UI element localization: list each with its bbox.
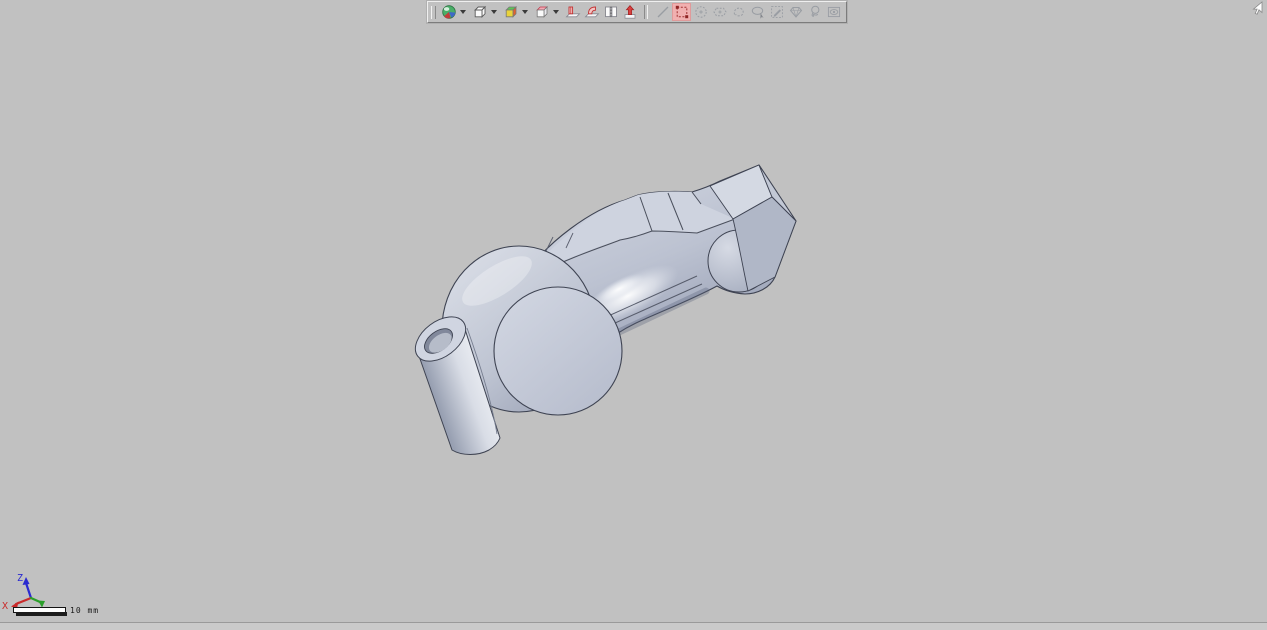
view-orientation-sphere-dropdown-arrow[interactable] — [458, 3, 467, 21]
section-view-right-button[interactable] — [582, 3, 601, 21]
rectangle-select-tool-icon — [674, 4, 690, 20]
lasso-select-tool-icon — [750, 4, 766, 20]
viewport[interactable]: Z X 10 mm — [0, 0, 1267, 622]
circle-tool-icon — [693, 4, 709, 20]
section-view-right-icon — [584, 4, 600, 20]
cursor-arrow-icon — [1254, 2, 1263, 14]
toolbar-separator — [644, 5, 648, 19]
section-cube-dropdown-arrow[interactable] — [551, 3, 560, 21]
scale-bar: 10 mm — [13, 605, 133, 623]
model-rocker-arm[interactable] — [407, 165, 796, 455]
scale-bar-label: 10 mm — [70, 606, 99, 615]
chevron-down-icon — [491, 10, 497, 14]
visibility-tool-icon — [826, 4, 842, 20]
lasso-select-tool-button — [748, 3, 767, 21]
split-view-button[interactable] — [601, 3, 620, 21]
wireframe-cube-dropdown-arrow[interactable] — [489, 3, 498, 21]
freehand-tool-icon — [731, 4, 747, 20]
triad-x-axis — [16, 598, 31, 604]
freehand-tool-button — [729, 3, 748, 21]
wireframe-cube-button[interactable] — [470, 3, 489, 21]
section-cube-button[interactable] — [532, 3, 551, 21]
shape-tool-button — [786, 3, 805, 21]
triad-z-arrowhead — [23, 577, 30, 585]
section-view-left-icon — [565, 4, 581, 20]
chevron-down-icon — [553, 10, 559, 14]
pencil-markup-tool-button — [767, 3, 786, 21]
visibility-tool-button — [824, 3, 843, 21]
view-toolbar — [427, 1, 847, 23]
line-tool-icon — [655, 4, 671, 20]
balloon-tool-button — [805, 3, 824, 21]
view-orientation-sphere-icon — [441, 4, 457, 20]
wireframe-cube-icon — [472, 4, 488, 20]
triad-z-label: Z — [17, 573, 23, 584]
triad-x-label: X — [2, 601, 8, 612]
chevron-down-icon — [460, 10, 466, 14]
mouse-cursor — [1251, 1, 1264, 16]
toolbar-grip[interactable] — [431, 6, 436, 19]
chevron-down-icon — [522, 10, 528, 14]
shaded-cube-button[interactable] — [501, 3, 520, 21]
rectangle-select-tool-button[interactable] — [672, 3, 691, 21]
circle-tool-button — [691, 3, 710, 21]
view-orientation-sphere-button[interactable] — [439, 3, 458, 21]
triad-z-axis — [26, 583, 31, 598]
section-cube-icon — [534, 4, 550, 20]
shaded-cube-dropdown-arrow[interactable] — [520, 3, 529, 21]
line-tool-button — [653, 3, 672, 21]
viewport-canvas — [0, 0, 1267, 622]
polygon-tool-icon — [712, 4, 728, 20]
balloon-tool-icon — [807, 4, 823, 20]
polygon-tool-button — [710, 3, 729, 21]
pencil-markup-tool-icon — [769, 4, 785, 20]
exploded-view-icon — [622, 4, 638, 20]
section-view-left-button[interactable] — [563, 3, 582, 21]
shaded-cube-icon — [503, 4, 519, 20]
scale-bar-shadow — [16, 612, 67, 616]
shape-tool-icon — [788, 4, 804, 20]
split-view-icon — [603, 4, 619, 20]
exploded-view-button[interactable] — [620, 3, 639, 21]
